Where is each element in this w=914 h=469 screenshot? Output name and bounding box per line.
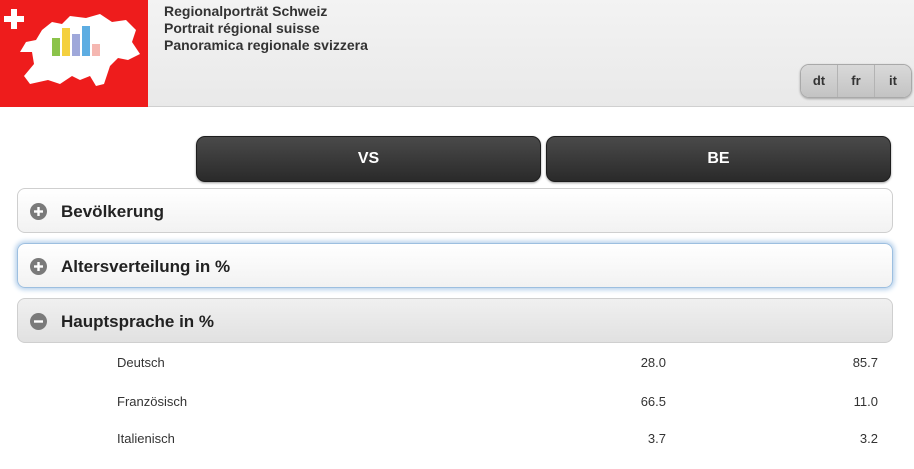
minus-icon (30, 313, 47, 330)
language-name: Italienisch (117, 431, 175, 446)
value-be: 11.0 (853, 394, 878, 409)
section-altersverteilung[interactable]: Altersverteilung in % (17, 243, 893, 288)
section-label: Altersverteilung in % (61, 257, 231, 276)
table-row: Französisch 66.5 11.0 (0, 394, 914, 432)
swiss-map-logo (0, 0, 148, 107)
canton-button-vs[interactable]: VS (196, 136, 541, 182)
value-vs: 28.0 (640, 355, 666, 370)
language-button-it[interactable]: it (875, 65, 911, 97)
value-be: 85.7 (852, 355, 878, 370)
value-be: 3.2 (859, 431, 878, 446)
title-de: Regionalporträt Schweiz (164, 3, 328, 19)
section-label: Bevölkerung (61, 202, 164, 221)
section-label: Hauptsprache in % (61, 312, 215, 331)
table-row: Italienisch 3.7 3.2 (0, 431, 914, 469)
header: Regionalporträt Schweiz Portrait régiona… (0, 0, 914, 107)
title-it: Panoramica regionale svizzera (164, 37, 368, 53)
plus-icon (30, 258, 47, 275)
language-name: Französisch (117, 394, 188, 409)
plus-icon (30, 203, 47, 220)
header-titles: Regionalporträt Schweiz Portrait régiona… (164, 3, 368, 54)
language-button-dt[interactable]: dt (801, 65, 838, 97)
section-hauptsprache[interactable]: Hauptsprache in % (17, 298, 893, 343)
language-switcher: dt fr it (800, 64, 912, 98)
language-name: Deutsch (117, 355, 165, 370)
table-row: Deutsch 28.0 85.7 (0, 355, 914, 393)
value-vs: 66.5 (640, 394, 666, 409)
canton-button-be[interactable]: BE (546, 136, 891, 182)
title-fr: Portrait régional suisse (164, 20, 320, 36)
language-button-fr[interactable]: fr (838, 65, 875, 97)
section-bevoelkerung[interactable]: Bevölkerung (17, 188, 893, 233)
value-vs: 3.7 (647, 431, 666, 446)
